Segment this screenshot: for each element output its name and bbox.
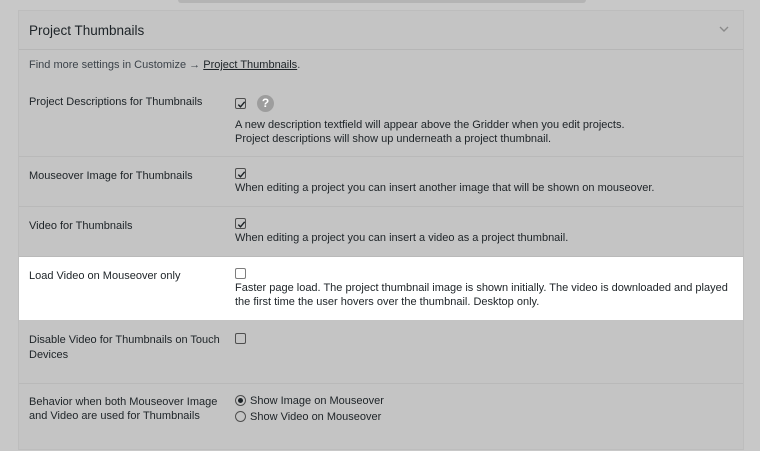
setting-desc-line: A new description textfield will appear …: [235, 119, 625, 131]
setting-row-descriptions: Project Descriptions for Thumbnails ? A …: [19, 83, 743, 157]
setting-row-load-video-mouseover: Load Video on Mouseover only Faster page…: [19, 257, 743, 320]
setting-desc-line: the first time the user hovers over the …: [235, 296, 540, 308]
load-video-mouseover-checkbox[interactable]: [235, 268, 246, 279]
customize-link[interactable]: Project Thumbnails: [203, 59, 297, 71]
customize-info: Find more settings in Customize → Projec…: [29, 59, 300, 71]
radio-label: Show Video on Mouseover: [250, 411, 382, 423]
info-prefix: Find more settings in Customize →: [29, 59, 204, 71]
setting-label: Video for Thumbnails: [29, 220, 133, 232]
radio-option-video[interactable]: Show Video on Mouseover: [235, 411, 381, 423]
setting-row-disable-video-touch: Disable Video for Thumbnails on Touch De…: [19, 320, 743, 384]
descriptions-checkbox[interactable]: [235, 98, 246, 109]
setting-desc-line: Faster page load. The project thumbnail …: [235, 282, 728, 294]
setting-row-mouseover-image: Mouseover Image for Thumbnails When edit…: [19, 157, 743, 207]
radio-label: Show Image on Mouseover: [250, 395, 384, 407]
setting-label-line: Behavior when both Mouseover Image: [29, 396, 218, 408]
setting-label-line: Disable Video for Thumbnails on Touch: [29, 334, 220, 346]
setting-label: Load Video on Mouseover only: [29, 270, 181, 282]
radio-button[interactable]: [235, 411, 246, 422]
chevron-down-icon[interactable]: [717, 22, 731, 36]
setting-desc-line: Project descriptions will show up undern…: [235, 133, 552, 145]
checkmark-icon: [237, 221, 246, 228]
disable-video-touch-checkbox[interactable]: [235, 333, 246, 344]
project-thumbnails-panel: Project Thumbnails Find more settings in…: [18, 10, 744, 450]
radio-button-selected[interactable]: [235, 395, 246, 406]
setting-row-behavior: Behavior when both Mouseover Image and V…: [19, 384, 743, 451]
radio-option-image[interactable]: Show Image on Mouseover: [235, 395, 384, 407]
panel-title: Project Thumbnails: [29, 23, 145, 38]
setting-desc-line: When editing a project you can insert a …: [235, 232, 569, 244]
setting-label-line: Devices: [29, 349, 69, 361]
setting-label-line: and Video are used for Thumbnails: [29, 410, 200, 422]
checkmark-icon: [237, 101, 246, 108]
setting-row-video: Video for Thumbnails When editing a proj…: [19, 207, 743, 257]
top-input-stub: [178, 0, 586, 3]
video-checkbox[interactable]: [235, 218, 246, 229]
mouseover-image-checkbox[interactable]: [235, 168, 246, 179]
setting-desc-line: When editing a project you can insert an…: [235, 182, 655, 194]
setting-label: Mouseover Image for Thumbnails: [29, 170, 193, 182]
info-suffix: .: [297, 59, 301, 71]
setting-label: Project Descriptions for Thumbnails: [29, 96, 203, 108]
panel-header[interactable]: Project Thumbnails: [19, 11, 743, 50]
checkmark-icon: [237, 171, 246, 178]
help-icon[interactable]: ?: [257, 95, 274, 112]
